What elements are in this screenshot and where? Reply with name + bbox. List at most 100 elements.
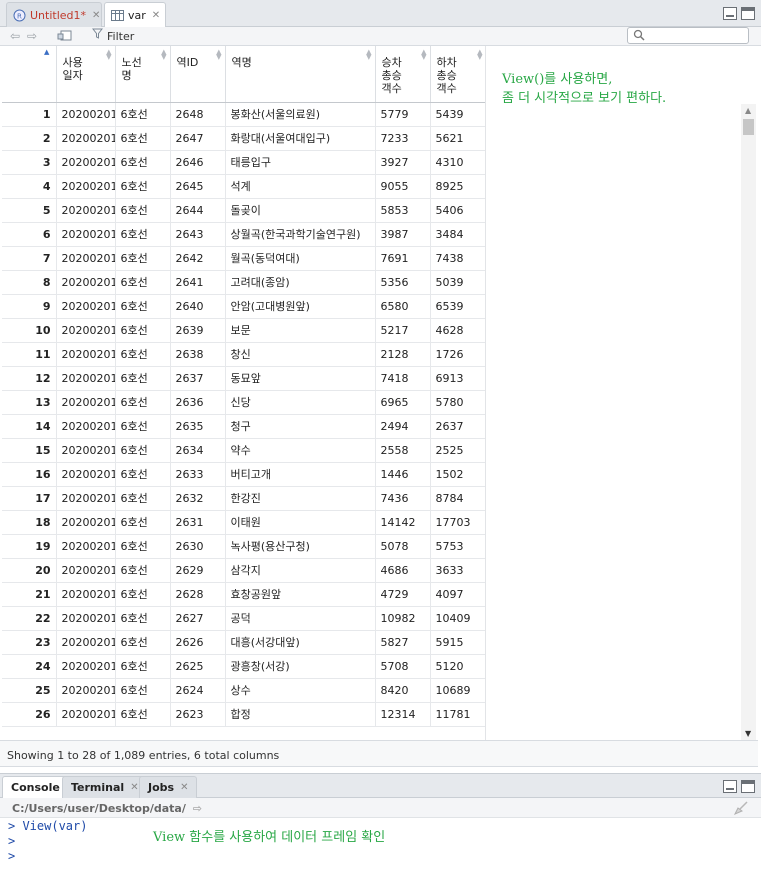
table-cell: 4729 [375, 582, 431, 607]
tab-untitled1[interactable]: R Untitled1* ✕ [6, 2, 102, 27]
filter-icon[interactable] [91, 28, 104, 42]
filter-button[interactable]: Filter [107, 30, 134, 43]
row-number: 26 [2, 702, 57, 727]
table-cell: 10982 [375, 606, 431, 631]
close-icon[interactable]: ✕ [152, 10, 160, 21]
sort-icon[interactable]: ▲ ▼ [106, 49, 111, 61]
sort-icon[interactable]: ▲ ▼ [366, 49, 371, 61]
table-row: 9 20200201 6호선 2640 안암(고대병원앞) 6580 6539 [2, 294, 485, 319]
table-cell: 20200201 [56, 126, 116, 151]
table-row: 10 20200201 6호선 2639 보문 5217 4628 [2, 318, 485, 343]
row-number: 17 [2, 486, 57, 511]
sort-icon[interactable]: ▲ ▼ [421, 49, 426, 61]
tab-jobs[interactable]: Jobs ✕ [139, 776, 198, 798]
scroll-up-icon[interactable]: ▲ [745, 106, 751, 115]
column-header-label: 사용 일자 [62, 56, 83, 82]
table-cell: 한강진 [225, 486, 376, 511]
clear-console-icon[interactable] [733, 800, 749, 820]
table-cell: 5439 [430, 102, 485, 127]
sort-icon[interactable]: ▲ ▼ [161, 49, 166, 61]
table-cell: 창신 [225, 342, 376, 367]
row-number-header[interactable]: ▲ [2, 46, 57, 103]
table-cell: 2640 [170, 294, 226, 319]
alighting-column-header[interactable]: 하차 총승 객수 ▲ ▼ [430, 46, 485, 103]
table-cell: 6호선 [115, 438, 171, 463]
maximize-icon[interactable] [741, 780, 755, 793]
table-cell: 2630 [170, 534, 226, 559]
go-to-directory-icon[interactable]: ⇨ [193, 802, 202, 815]
row-number: 16 [2, 462, 57, 487]
table-cell: 20200201 [56, 534, 116, 559]
table-cell: 9055 [375, 174, 431, 199]
station-name-column-header[interactable]: 역명 ▲ ▼ [225, 46, 376, 103]
table-cell: 2636 [170, 390, 226, 415]
table-cell: 2644 [170, 198, 226, 223]
column-header-label: 역ID [176, 56, 199, 69]
table-cell: 20200201 [56, 606, 116, 631]
back-arrow-icon[interactable]: ⇦ [10, 29, 20, 43]
table-cell: 5120 [430, 654, 485, 679]
table-row: 16 20200201 6호선 2633 버티고개 1446 1502 [2, 462, 485, 487]
table-cell: 6호선 [115, 366, 171, 391]
table-cell: 태릉입구 [225, 150, 376, 175]
close-icon[interactable]: ✕ [92, 10, 100, 21]
console-prompt[interactable]: > [8, 849, 87, 864]
sort-icon[interactable]: ▲ ▼ [216, 49, 221, 61]
minimize-icon[interactable] [723, 780, 737, 793]
boarding-column-header[interactable]: 승차 총승 객수 ▲ ▼ [375, 46, 431, 103]
viewer-toolbar: ⇦ ⇨ Filter [0, 27, 761, 46]
table-cell: 5915 [430, 630, 485, 655]
table-cell: 2494 [375, 414, 431, 439]
table-cell: 6호선 [115, 222, 171, 247]
vertical-scrollbar[interactable]: ▲ ▼ [741, 104, 756, 740]
row-number: 11 [2, 342, 57, 367]
table-cell: 7438 [430, 246, 485, 271]
row-number: 19 [2, 534, 57, 559]
tab-var[interactable]: var ✕ [104, 2, 166, 28]
line-column-header[interactable]: 노선 명 ▲ ▼ [115, 46, 171, 103]
scroll-down-icon[interactable]: ▼ [745, 729, 751, 738]
row-number: 5 [2, 198, 57, 223]
table-cell: 6호선 [115, 294, 171, 319]
table-cell: 동묘앞 [225, 366, 376, 391]
table-cell: 20200201 [56, 654, 116, 679]
table-cell: 버티고개 [225, 462, 376, 487]
table-cell: 3987 [375, 222, 431, 247]
forward-arrow-icon[interactable]: ⇨ [27, 29, 37, 43]
table-cell: 3927 [375, 150, 431, 175]
console-output[interactable]: > View(var) > > [8, 819, 87, 864]
table-cell: 봉화산(서울의료원) [225, 102, 376, 127]
table-row: 14 20200201 6호선 2635 청구 2494 2637 [2, 414, 485, 439]
close-icon[interactable]: ✕ [130, 782, 138, 793]
table-cell: 3484 [430, 222, 485, 247]
table-cell: 5853 [375, 198, 431, 223]
table-cell: 6호선 [115, 486, 171, 511]
table-cell: 20200201 [56, 198, 116, 223]
table-body: 1 20200201 6호선 2648 봉화산(서울의료원) 5779 5439 2 20200… [2, 102, 485, 727]
minimize-icon[interactable] [723, 7, 737, 20]
table-cell: 5827 [375, 630, 431, 655]
scrollbar-thumb[interactable] [743, 119, 754, 135]
table-header: ▲ 사용 일자 ▲ ▼ 노선 명 ▲ ▼ 역ID ▲ ▼ 역명 ▲ ▼ 승차 총승 객수 ▲ ▼ 하차 총승 객… [2, 46, 485, 103]
tab-terminal[interactable]: Terminal ✕ [62, 776, 148, 798]
close-icon[interactable]: ✕ [180, 782, 188, 793]
popout-icon[interactable] [57, 28, 73, 45]
sort-icon[interactable]: ▲ [44, 49, 49, 56]
search-input[interactable] [627, 27, 749, 44]
table-cell: 20200201 [56, 438, 116, 463]
table-cell: 7233 [375, 126, 431, 151]
date-column-header[interactable]: 사용 일자 ▲ ▼ [56, 46, 116, 103]
station-id-column-header[interactable]: 역ID ▲ ▼ [170, 46, 226, 103]
sort-icon[interactable]: ▲ ▼ [477, 49, 482, 61]
table-cell: 6539 [430, 294, 485, 319]
table-row: 17 20200201 6호선 2632 한강진 7436 8784 [2, 486, 485, 511]
console-tab-bar: Console Terminal ✕ Jobs ✕ [0, 773, 761, 798]
table-row: 20 20200201 6호선 2629 삼각지 4686 3633 [2, 558, 485, 583]
row-number: 18 [2, 510, 57, 535]
row-number: 3 [2, 150, 57, 175]
table-cell: 20200201 [56, 222, 116, 247]
table-row: 8 20200201 6호선 2641 고려대(종암) 5356 5039 [2, 270, 485, 295]
tab-console[interactable]: Console [2, 776, 69, 798]
maximize-icon[interactable] [741, 7, 755, 20]
table-cell: 2641 [170, 270, 226, 295]
